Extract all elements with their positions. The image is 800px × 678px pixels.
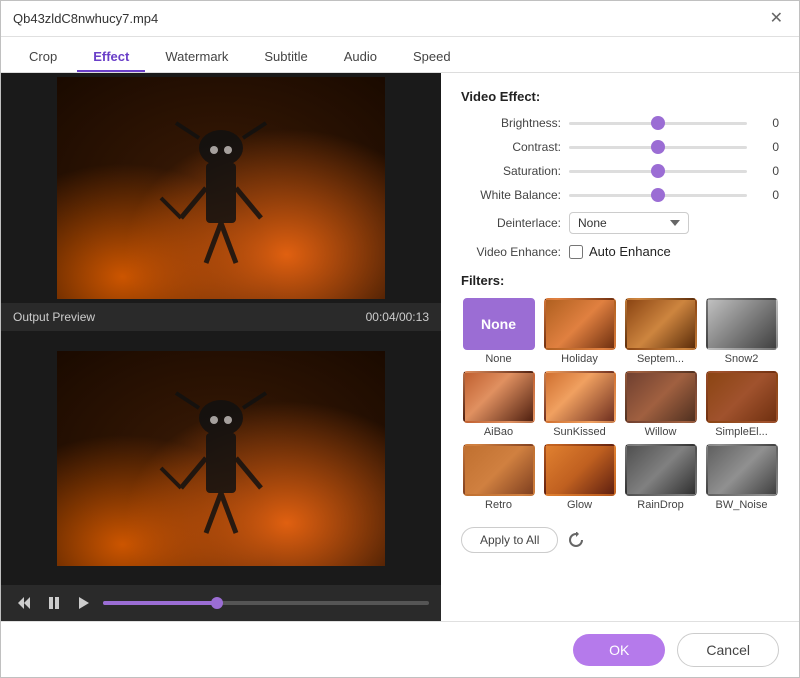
filter-simpleel[interactable]: SimpleEl...	[704, 371, 779, 438]
rewind-button[interactable]	[13, 594, 35, 612]
tab-subtitle[interactable]: Subtitle	[248, 43, 323, 72]
filter-snow2[interactable]: Snow2	[704, 298, 779, 365]
filter-glow[interactable]: Glow	[542, 444, 617, 511]
filter-aibao-thumb	[463, 371, 535, 423]
auto-enhance-wrap: Auto Enhance	[569, 244, 671, 259]
main-window: Qb43zldC8nwhucy7.mp4 ✕ Crop Effect Water…	[0, 0, 800, 678]
main-content: Output Preview 00:04/00:13	[1, 73, 799, 621]
filter-none-thumb: None	[463, 298, 535, 350]
brightness-row: Brightness: 0	[461, 116, 779, 130]
cancel-button[interactable]: Cancel	[677, 633, 779, 667]
saturation-row: Saturation: 0	[461, 164, 779, 178]
filter-sunkissed[interactable]: SunKissed	[542, 371, 617, 438]
window-title: Qb43zldC8nwhucy7.mp4	[13, 11, 158, 26]
filter-aibao-label: AiBao	[484, 426, 513, 438]
progress-bar[interactable]	[103, 601, 429, 605]
filter-september-label: Septem...	[637, 353, 684, 365]
filter-raindrop-label: RainDrop	[637, 499, 683, 511]
deinterlace-select[interactable]: None Yadif Bob	[569, 212, 689, 234]
filter-holiday-label: Holiday	[561, 353, 598, 365]
auto-enhance-label: Auto Enhance	[589, 244, 671, 259]
brightness-value: 0	[755, 116, 779, 130]
close-button[interactable]: ✕	[766, 9, 787, 29]
filter-holiday[interactable]: Holiday	[542, 298, 617, 365]
filter-none-label-inner: None	[481, 316, 516, 332]
white-balance-value: 0	[755, 188, 779, 202]
tab-bar: Crop Effect Watermark Subtitle Audio Spe…	[1, 37, 799, 73]
bottom-bar: OK Cancel	[1, 621, 799, 677]
contrast-slider[interactable]	[569, 146, 747, 149]
filter-snow2-thumb	[706, 298, 778, 350]
right-panel: Video Effect: Brightness: 0 Contrast: 0 …	[441, 73, 799, 621]
filter-glow-thumb	[544, 444, 616, 496]
preview-bottom	[1, 331, 441, 585]
filter-september[interactable]: Septem...	[623, 298, 698, 365]
saturation-value: 0	[755, 164, 779, 178]
auto-enhance-checkbox[interactable]	[569, 245, 583, 259]
preview-image-bottom	[57, 351, 385, 566]
tab-audio[interactable]: Audio	[328, 43, 393, 72]
filter-simpleel-thumb	[706, 371, 778, 423]
saturation-label: Saturation:	[461, 164, 561, 178]
contrast-row: Contrast: 0	[461, 140, 779, 154]
filter-retro-label: Retro	[485, 499, 512, 511]
ok-button[interactable]: OK	[573, 634, 665, 666]
enhance-row: Video Enhance: Auto Enhance	[461, 244, 779, 259]
filter-snow2-label: Snow2	[725, 353, 759, 365]
white-balance-slider[interactable]	[569, 194, 747, 197]
brightness-slider[interactable]	[569, 122, 747, 125]
filter-simpleel-label: SimpleEl...	[715, 426, 768, 438]
title-bar: Qb43zldC8nwhucy7.mp4 ✕	[1, 1, 799, 37]
tab-crop[interactable]: Crop	[13, 43, 73, 72]
white-balance-label: White Balance:	[461, 188, 561, 202]
left-panel: Output Preview 00:04/00:13	[1, 73, 441, 621]
output-label: Output Preview	[13, 310, 95, 324]
deinterlace-row: Deinterlace: None Yadif Bob	[461, 212, 779, 234]
preview-top	[1, 73, 441, 303]
filter-raindrop-thumb	[625, 444, 697, 496]
filter-bwnoise[interactable]: BW_Noise	[704, 444, 779, 511]
progress-fill	[103, 601, 217, 605]
filter-bwnoise-thumb	[706, 444, 778, 496]
filter-bwnoise-label: BW_Noise	[716, 499, 768, 511]
filter-willow-label: Willow	[645, 426, 677, 438]
white-balance-row: White Balance: 0	[461, 188, 779, 202]
tab-effect[interactable]: Effect	[77, 43, 145, 72]
contrast-label: Contrast:	[461, 140, 561, 154]
filter-sunkissed-label: SunKissed	[553, 426, 606, 438]
video-enhance-label: Video Enhance:	[461, 245, 561, 259]
brightness-label: Brightness:	[461, 116, 561, 130]
timestamp: 00:04/00:13	[366, 310, 429, 324]
filter-aibao[interactable]: AiBao	[461, 371, 536, 438]
saturation-slider[interactable]	[569, 170, 747, 173]
apply-to-all-button[interactable]: Apply to All	[461, 527, 558, 553]
filter-raindrop[interactable]: RainDrop	[623, 444, 698, 511]
play-button[interactable]	[73, 594, 95, 612]
filter-glow-label: Glow	[567, 499, 592, 511]
tab-speed[interactable]: Speed	[397, 43, 467, 72]
tab-watermark[interactable]: Watermark	[149, 43, 244, 72]
deinterlace-label: Deinterlace:	[461, 216, 561, 230]
filter-none-label: None	[485, 353, 511, 365]
filter-willow-thumb	[625, 371, 697, 423]
filter-willow[interactable]: Willow	[623, 371, 698, 438]
filter-retro[interactable]: Retro	[461, 444, 536, 511]
refresh-button[interactable]	[568, 532, 584, 548]
progress-thumb	[211, 597, 223, 609]
filter-sunkissed-thumb	[544, 371, 616, 423]
filter-september-thumb	[625, 298, 697, 350]
filter-none[interactable]: None None	[461, 298, 536, 365]
preview-image-top	[57, 77, 385, 299]
controls-bar	[1, 585, 441, 621]
contrast-value: 0	[755, 140, 779, 154]
video-effect-title: Video Effect:	[461, 89, 779, 104]
filter-holiday-thumb	[544, 298, 616, 350]
filters-grid: None None Holiday Septem... Snow2	[461, 298, 779, 511]
pause-button[interactable]	[43, 594, 65, 612]
output-info-bar: Output Preview 00:04/00:13	[1, 303, 441, 331]
filter-retro-thumb	[463, 444, 535, 496]
apply-row: Apply to All	[461, 527, 779, 553]
filters-title: Filters:	[461, 273, 779, 288]
